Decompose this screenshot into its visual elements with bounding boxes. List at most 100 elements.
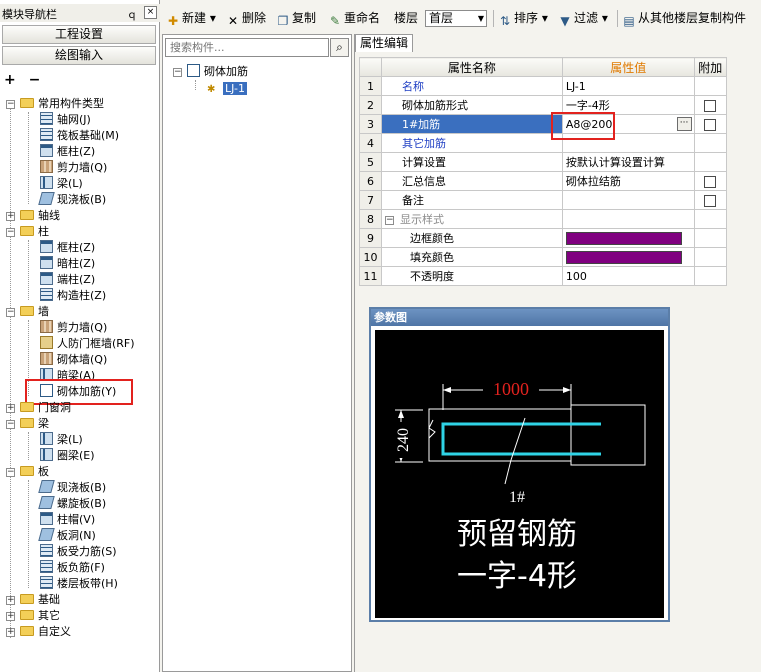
tree-folder-foundation[interactable]: 基础 — [20, 592, 60, 608]
fill-color-value[interactable] — [561, 247, 695, 267]
color-swatch[interactable] — [565, 231, 682, 245]
tree-folder-common[interactable]: 常用构件类型 — [20, 96, 104, 112]
collapse-icon[interactable]: − — [6, 308, 15, 317]
property-value[interactable]: LJ-1 — [561, 76, 695, 96]
tree-item-column-cap[interactable]: 柱帽(V) — [40, 512, 95, 528]
tree-item-raft[interactable]: 筏板基础(M) — [40, 128, 119, 144]
copy-from-floor-button[interactable]: ▤ 从其他楼层复制构件 — [622, 10, 746, 28]
tree-folder-column[interactable]: 柱 — [20, 224, 49, 240]
sort-button[interactable]: ⇅ 排序 ▾ — [498, 10, 548, 28]
tree-item-shear-wall[interactable]: 剪力墙(Q) — [40, 160, 107, 176]
table-row[interactable]: 5 计算设置 按默认计算设置计算 — [359, 152, 728, 172]
table-row[interactable]: 9 边框颜色 — [359, 228, 728, 248]
parameter-diagram: 参数图 1000 240 1# 预留钢筋 一字-4形 — [369, 307, 670, 622]
tree-item-ring-beam[interactable]: 圈梁(E) — [40, 448, 95, 464]
dimension-width: 240 — [395, 428, 412, 452]
component-tree-root[interactable]: 砌体加筋 — [187, 64, 248, 80]
folder-icon — [20, 626, 34, 636]
table-row[interactable]: 1 名称 LJ-1 — [359, 76, 728, 96]
expand-icon[interactable]: + — [6, 404, 15, 413]
collapse-icon[interactable]: − — [173, 68, 182, 77]
tree-item-civil-defense-wall[interactable]: 人防门框墙(RF) — [40, 336, 135, 352]
property-value[interactable] — [561, 190, 695, 210]
module-nav-panel: 模块导航栏 ｑ × 工程设置 绘图输入 + − − 常用构件类型 轴网(J) 筏… — [0, 0, 160, 672]
tree-folder-door-window[interactable]: 门窗洞 — [20, 400, 71, 416]
property-value[interactable]: 砌体拉结筋 — [561, 171, 695, 191]
filter-button[interactable]: ▼ 过滤 ▾ — [558, 10, 607, 28]
tree-folder-axis[interactable]: 轴线 — [20, 208, 60, 224]
tree-folder-custom[interactable]: 自定义 — [20, 624, 71, 640]
collapse-icon[interactable]: − — [6, 228, 15, 237]
tree-folder-beam[interactable]: 梁 — [20, 416, 49, 432]
collapse-icon[interactable]: − — [384, 215, 394, 225]
table-row[interactable]: 7 备注 — [359, 190, 728, 210]
table-row[interactable]: 6 汇总信息 砌体拉结筋 — [359, 171, 728, 191]
component-item-lj1[interactable]: ✱ LJ-1 — [207, 81, 247, 97]
tree-item-slab[interactable]: 现浇板(B) — [38, 192, 106, 208]
tree-item-floor-slab-strip[interactable]: 楼层板带(H) — [40, 576, 118, 592]
property-value[interactable]: 按默认计算设置计算 — [561, 152, 695, 172]
extra-checkbox[interactable] — [704, 194, 717, 207]
tree-item-frame-column[interactable]: 框柱(Z) — [40, 240, 95, 256]
copy-button[interactable]: ❐ 复制 — [276, 10, 316, 28]
table-row[interactable]: 2 砌体加筋形式 一字-4形 — [359, 95, 728, 115]
border-color-value[interactable] — [561, 228, 695, 248]
tree-item-frame-column[interactable]: 框柱(Z) — [40, 144, 95, 160]
property-group[interactable]: − 显示样式 — [380, 209, 563, 229]
tree-item-construct-column[interactable]: 构造柱(Z) — [40, 288, 106, 304]
new-button[interactable]: ✚ 新建 ▾ — [166, 10, 216, 28]
tree-folder-other[interactable]: 其它 — [20, 608, 60, 624]
drawing-input-button[interactable]: 绘图输入 — [2, 46, 156, 65]
slab-negative-rebar-icon — [40, 560, 53, 573]
tree-item-end-column[interactable]: 端柱(Z) — [40, 272, 95, 288]
tree-item-spiral-slab[interactable]: 螺旋板(B) — [38, 496, 106, 512]
tab-property-edit[interactable]: 属性编辑 — [355, 34, 413, 52]
table-row[interactable]: 3 1#加筋 A8@200 ··· — [359, 114, 728, 134]
tree-folder-wall[interactable]: 墙 — [20, 304, 49, 320]
property-header-row: 属性名称 属性值 附加 — [359, 57, 728, 77]
column-icon — [40, 256, 53, 269]
tree-item-beam[interactable]: 梁(L) — [40, 176, 83, 192]
expand-collapse-tools[interactable]: + − — [4, 72, 44, 88]
pin-icon[interactable]: ｑ — [127, 6, 137, 21]
table-row[interactable]: 11 不透明度 100 — [359, 266, 728, 286]
floor-select[interactable]: 首层 ▼ — [425, 10, 487, 27]
table-row[interactable]: 4 其它加筋 — [359, 133, 728, 153]
tree-item-cast-slab[interactable]: 现浇板(B) — [38, 480, 106, 496]
rename-button[interactable]: ✎ 重命名 — [328, 10, 380, 28]
gear-icon: ✱ — [207, 84, 216, 95]
slab-icon — [38, 480, 55, 493]
collapse-icon[interactable]: − — [6, 420, 15, 429]
collapse-icon[interactable]: − — [6, 468, 15, 477]
tree-item-hidden-column[interactable]: 暗柱(Z) — [40, 256, 95, 272]
property-value[interactable]: 100 — [561, 266, 695, 286]
extra-checkbox[interactable] — [704, 118, 717, 131]
tree-item-slab-main-rebar[interactable]: 板受力筋(S) — [40, 544, 117, 560]
tree-folder-slab[interactable]: 板 — [20, 464, 49, 480]
expand-icon[interactable]: + — [6, 596, 15, 605]
color-swatch[interactable] — [565, 250, 682, 264]
expand-icon[interactable]: + — [6, 212, 15, 221]
diagram-title: 参数图 — [371, 309, 668, 326]
tree-item-shear-wall[interactable]: 剪力墙(Q) — [40, 320, 107, 336]
table-row[interactable]: 8 − 显示样式 — [359, 209, 728, 229]
expand-icon[interactable]: + — [6, 612, 15, 621]
collapse-icon[interactable]: − — [6, 100, 15, 109]
delete-button[interactable]: ✕ 删除 — [226, 10, 266, 28]
search-icon[interactable]: ⌕ — [330, 38, 349, 57]
table-row[interactable]: 10 填充颜色 — [359, 247, 728, 267]
extra-checkbox[interactable] — [704, 175, 717, 188]
tree-item-slab-hole[interactable]: 板洞(N) — [38, 528, 96, 544]
project-settings-button[interactable]: 工程设置 — [2, 25, 156, 44]
extra-checkbox[interactable] — [704, 99, 717, 112]
close-icon[interactable]: × — [144, 6, 157, 19]
tree-item-beam[interactable]: 梁(L) — [40, 432, 83, 448]
expand-icon[interactable]: + — [6, 628, 15, 637]
tree-item-masonry-wall[interactable]: 砌体墙(Q) — [40, 352, 107, 368]
ellipsis-button[interactable]: ··· — [676, 117, 692, 131]
folder-icon — [20, 402, 34, 412]
tree-item-slab-negative-rebar[interactable]: 板负筋(F) — [40, 560, 105, 576]
search-input[interactable] — [165, 38, 329, 57]
tree-item-grid[interactable]: 轴网(J) — [40, 112, 91, 128]
delete-icon: ✕ — [227, 14, 239, 28]
